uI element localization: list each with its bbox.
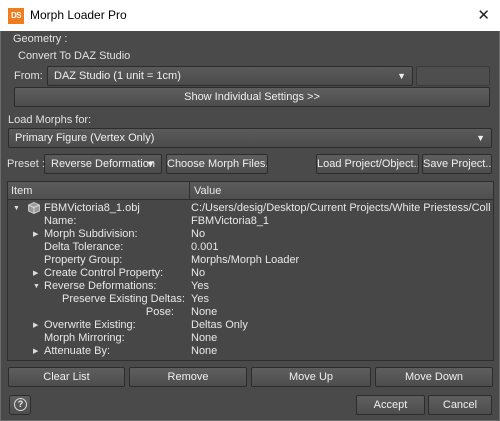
collapse-arrow-icon[interactable]: ▼ <box>33 280 40 293</box>
help-button[interactable]: ? <box>9 395 31 415</box>
from-unit-value: DAZ Studio (1 unit = 1cm) <box>54 70 181 82</box>
tree-row-key: Pose: <box>145 306 174 318</box>
tree-row[interactable]: Preserve Existing Deltas: Yes <box>8 293 493 306</box>
value-column-header[interactable]: Value <box>194 182 221 200</box>
tree-row-value: No <box>191 267 206 279</box>
expand-arrow-icon[interactable]: ▶ <box>33 319 38 332</box>
tree-row[interactable]: Name: FBMVictoria8_1 <box>8 215 493 228</box>
tree-row-value: Yes <box>191 293 209 305</box>
tree-row-key: Overwrite Existing: <box>44 319 136 331</box>
tree-row[interactable]: ▶ Attenuate By: None <box>8 345 493 358</box>
expand-arrow-icon[interactable]: ▶ <box>33 228 38 241</box>
tree-row-key: Preserve Existing Deltas: <box>62 293 185 305</box>
tree-row[interactable]: Morph Mirroring: None <box>8 332 493 345</box>
tree-row-value: 0.001 <box>191 241 219 253</box>
from-unit-select[interactable]: DAZ Studio (1 unit = 1cm) ▼ <box>47 66 413 86</box>
help-icon: ? <box>14 398 27 411</box>
tree-row-value: FBMVictoria8_1 <box>191 215 270 227</box>
load-project-button[interactable]: Load Project/Object... <box>316 154 419 174</box>
tree-row-key: FBMVictoria8_1.obj <box>44 202 140 214</box>
item-column-header[interactable]: Item <box>11 182 32 200</box>
tree-row-key: Delta Tolerance: <box>44 241 124 253</box>
move-down-button[interactable]: Move Down <box>375 367 493 387</box>
remove-button[interactable]: Remove <box>129 367 247 387</box>
tree-row-key: Reverse Deformations: <box>44 280 157 292</box>
load-morphs-for-value: Primary Figure (Vertex Only) <box>15 132 155 144</box>
close-icon[interactable]: ✕ <box>477 0 490 31</box>
load-morphs-for-label: Load Morphs for: <box>8 114 92 126</box>
cancel-button[interactable]: Cancel <box>428 395 492 415</box>
tree-row-value: C:/Users/desig/Desktop/Current Projects/… <box>191 202 491 214</box>
tree-row[interactable]: ▶ Create Control Property: No <box>8 267 493 280</box>
tree-row[interactable]: ▶ Overwrite Existing: Deltas Only <box>8 319 493 332</box>
tree-row-value: None <box>191 345 218 357</box>
show-individual-settings-button[interactable]: Show Individual Settings >> <box>14 87 490 107</box>
move-up-button[interactable]: Move Up <box>251 367 371 387</box>
tree-row-key: Attenuate By: <box>44 345 111 357</box>
tree-row-value: Morphs/Morph Loader <box>191 254 300 266</box>
tree-row-value: None <box>191 332 218 344</box>
tree-row-key: Property Group: <box>44 254 123 266</box>
dialog-body: Geometry : Convert To DAZ Studio From: D… <box>0 31 500 421</box>
geometry-label: Geometry : <box>13 33 68 45</box>
morph-file-tree[interactable]: Item Value ▼ FBMVictoria8_1.obj C:/Users… <box>7 181 494 361</box>
convert-label: Convert To DAZ Studio <box>18 50 131 62</box>
cube-icon <box>28 202 40 214</box>
preset-label: Preset : <box>7 158 45 170</box>
column-divider[interactable] <box>189 182 190 200</box>
chevron-down-icon: ▼ <box>146 159 155 169</box>
tree-row-file[interactable]: ▼ FBMVictoria8_1.obj C:/Users/desig/Desk… <box>8 202 493 215</box>
tree-row[interactable]: Pose: None <box>8 306 493 319</box>
collapse-arrow-icon[interactable]: ▼ <box>13 202 20 215</box>
unit-options-button[interactable] <box>416 66 490 86</box>
tree-row-key: Name: <box>44 215 77 227</box>
preset-select[interactable]: Reverse Deformation ▼ <box>44 154 162 174</box>
from-label: From: <box>14 70 43 82</box>
tree-row-value: Deltas Only <box>191 319 248 331</box>
title-bar: DS Morph Loader Pro ✕ <box>0 0 500 31</box>
chevron-down-icon: ▼ <box>476 133 485 143</box>
chevron-down-icon: ▼ <box>397 71 406 81</box>
tree-row-value: No <box>191 228 206 240</box>
tree-row[interactable]: ▼ Reverse Deformations: Yes <box>8 280 493 293</box>
tree-row[interactable]: ▶ Morph Subdivision: No <box>8 228 493 241</box>
tree-row-key: Create Control Property: <box>44 267 164 279</box>
daz-logo-icon: DS <box>8 8 24 24</box>
load-morphs-for-select[interactable]: Primary Figure (Vertex Only) ▼ <box>8 128 492 148</box>
window-title: Morph Loader Pro <box>30 8 127 22</box>
tree-row[interactable]: Delta Tolerance: 0.001 <box>8 241 493 254</box>
clear-list-button[interactable]: Clear List <box>8 367 125 387</box>
tree-row-key: Morph Subdivision: <box>44 228 138 240</box>
choose-morph-files-button[interactable]: Choose Morph Files... <box>166 154 268 174</box>
accept-button[interactable]: Accept <box>356 395 425 415</box>
tree-row-key: Morph Mirroring: <box>44 332 125 344</box>
expand-arrow-icon[interactable]: ▶ <box>33 267 38 280</box>
preset-value: Reverse Deformation <box>51 158 155 170</box>
save-project-button[interactable]: Save Project... <box>422 154 492 174</box>
tree-header: Item Value <box>8 182 493 200</box>
tree-row[interactable]: Property Group: Morphs/Morph Loader <box>8 254 493 267</box>
tree-row-value: None <box>191 306 218 318</box>
tree-row-value: Yes <box>191 280 209 292</box>
expand-arrow-icon[interactable]: ▶ <box>33 345 38 358</box>
